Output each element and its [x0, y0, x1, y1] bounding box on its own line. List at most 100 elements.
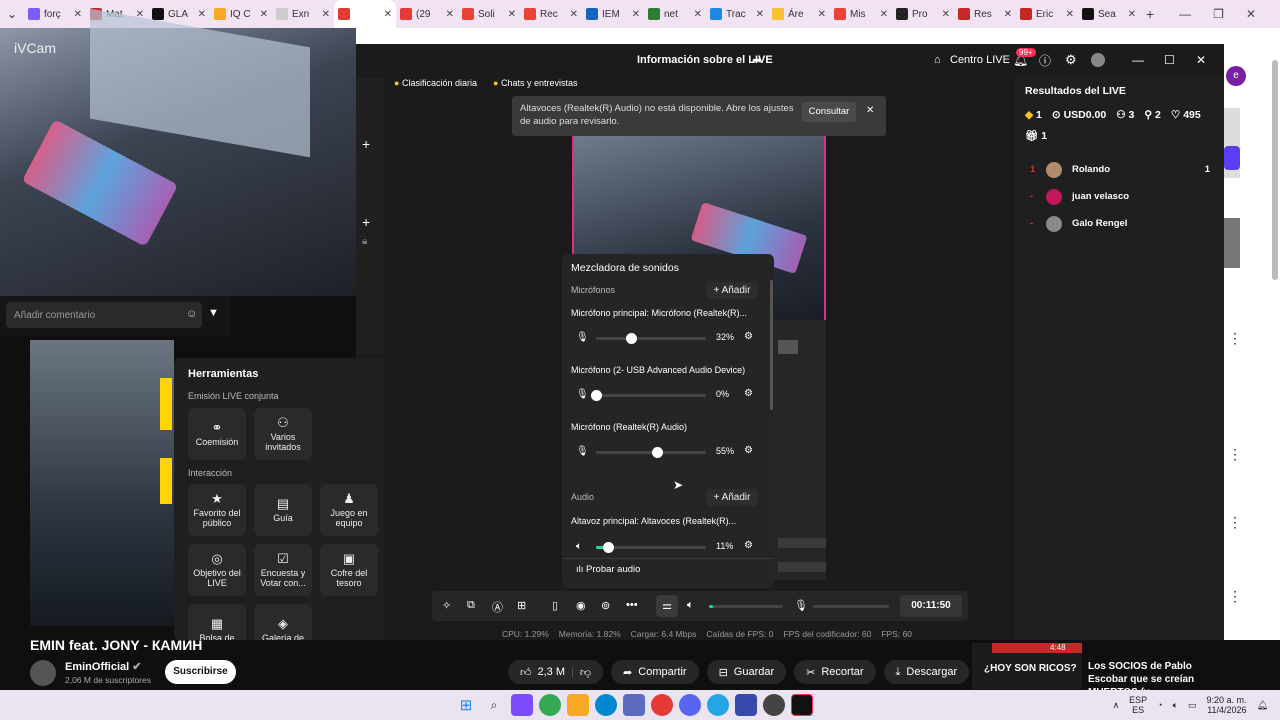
browser-tab[interactable]: IEM ✕	[582, 0, 644, 28]
discord-icon[interactable]	[679, 694, 701, 716]
ranking-row[interactable]: - Galo Rengel	[1030, 210, 1210, 237]
clock[interactable]: 9:20 a. m. 11/4/2026	[1207, 695, 1247, 715]
browser-tab[interactable]: forç ✕	[24, 0, 86, 28]
browser-tab[interactable]: Mis ✕	[830, 0, 892, 28]
magic-wand-icon[interactable]: ✧	[442, 599, 451, 612]
mixer-toggle-icon[interactable]: ⚌	[656, 595, 678, 617]
tab-close-icon[interactable]: ✕	[756, 9, 764, 20]
centro-live-link[interactable]: Centro LIVE	[950, 54, 1010, 66]
speaker-icon[interactable]: 🔈︎	[576, 541, 582, 552]
speaker-slider-knob[interactable]	[603, 542, 615, 553]
channel-slider-knob[interactable]	[591, 390, 602, 401]
ranking-row[interactable]: - juan velasco	[1030, 183, 1210, 210]
tab-close-icon[interactable]: ✕	[694, 9, 702, 20]
like-button[interactable]: 👍︎ 2,3 M | 👎︎	[508, 660, 604, 684]
browser-tab[interactable]: Eric ✕	[1016, 0, 1078, 28]
comment-input[interactable]: Añadir comentario	[14, 310, 95, 321]
channel-slider-knob[interactable]	[626, 333, 638, 344]
tab-chats[interactable]: ● Chats y entrevistas	[493, 78, 577, 88]
copilot-icon[interactable]	[511, 694, 533, 716]
download-button[interactable]: ⤓ Descargar	[883, 660, 970, 684]
youtube-video[interactable]	[30, 340, 174, 626]
tab-close-icon[interactable]: ✕	[570, 9, 578, 20]
tab-close-icon[interactable]: ✕	[508, 9, 516, 20]
close-window-icon[interactable]: ✕	[1246, 7, 1256, 21]
tab-search-icon[interactable]: ⌄	[3, 3, 21, 25]
browser-tab[interactable]: IQ C ✕	[210, 0, 272, 28]
test-audio-button[interactable]: ılı Probar audio	[576, 564, 640, 575]
windows-start-icon[interactable]: ⊞	[455, 694, 477, 716]
store-icon[interactable]	[623, 694, 645, 716]
tab-close-icon[interactable]: ✕	[818, 9, 826, 20]
channel-avatar[interactable]	[30, 660, 56, 686]
studio-close-icon[interactable]: ✕	[1196, 53, 1206, 67]
consultar-button[interactable]: Consultar	[802, 102, 856, 122]
phone-icon[interactable]: ▯	[552, 599, 558, 612]
share-arrow-icon[interactable]: ➦	[752, 53, 762, 67]
add-scene-icon[interactable]: +	[362, 136, 370, 152]
tool-target[interactable]: ◎ Objetivo del LIVE	[188, 544, 246, 596]
browser-tab[interactable]: net ✕	[644, 0, 706, 28]
speaker-settings-icon[interactable]: ⚙	[744, 540, 753, 551]
app-icon[interactable]	[763, 694, 785, 716]
add-audio-button[interactable]: + Añadir	[706, 489, 758, 506]
tray-chevron-icon[interactable]: ∧	[1113, 700, 1120, 711]
mic-icon[interactable]: 🎙︎	[576, 332, 589, 343]
tool-poll[interactable]: ☑ Encuesta y Votar con...	[254, 544, 312, 596]
record-icon[interactable]: ◉	[576, 599, 586, 612]
tool-chest[interactable]: ▣ Cofre del tesoro	[320, 544, 378, 596]
tab-close-icon[interactable]: ✕	[880, 9, 888, 20]
rec-thumbnail[interactable]: ¿HOY SON RICOS? 4:48	[972, 643, 1082, 689]
channel-slider[interactable]	[591, 390, 706, 401]
mic-slider[interactable]	[813, 605, 889, 608]
channel-settings-icon[interactable]: ⚙	[744, 331, 753, 342]
save-button[interactable]: ⊟ Guardar	[706, 660, 787, 684]
tool-team[interactable]: ♟ Juego en equipo	[320, 484, 378, 536]
filter-icon[interactable]: ▼	[208, 307, 219, 319]
layout-icon[interactable]: ⊞	[517, 599, 526, 612]
browser-tab[interactable]: ✕	[334, 0, 396, 28]
restore-icon[interactable]: ❐	[1213, 7, 1224, 21]
mixer-scrollbar[interactable]	[770, 280, 773, 410]
mic-icon[interactable]: 🎙︎	[794, 599, 808, 612]
browser-tab[interactable]: Sea ✕	[1078, 0, 1140, 28]
channel-settings-icon[interactable]: ⚙	[744, 445, 753, 456]
channel-slider[interactable]	[596, 447, 706, 458]
speaker-slider[interactable]	[596, 542, 706, 553]
ranking-row[interactable]: 1 Rolando 1	[1030, 156, 1210, 183]
browser-tab[interactable]: Soli ✕	[458, 0, 520, 28]
tool-book[interactable]: ▤ Guía	[254, 484, 312, 536]
browser-tab[interactable]: Trac ✕	[706, 0, 768, 28]
help-icon[interactable]: ⓘ	[1039, 52, 1051, 69]
camera-effect-icon[interactable]: ⊚	[601, 599, 610, 612]
mic-icon[interactable]: 🎙︎	[576, 446, 589, 457]
channel-name[interactable]: EminOfficial ✔	[65, 660, 141, 673]
tab-close-icon[interactable]: ✕	[322, 9, 330, 20]
tab-close-icon[interactable]: ✕	[384, 9, 392, 20]
edge-icon[interactable]	[595, 694, 617, 716]
ai-icon[interactable]: Ⓐ	[492, 599, 503, 615]
browser-tab[interactable]: Exn ✕	[272, 0, 334, 28]
subscribe-button[interactable]: Suscribirse	[165, 660, 236, 684]
channel-settings-icon[interactable]: ⚙	[744, 388, 753, 399]
battery-icon[interactable]: ▭	[1188, 700, 1197, 711]
browser-tab[interactable]: Res ✕	[954, 0, 1016, 28]
tool-star-person[interactable]: ★ Favorito del público	[188, 484, 246, 536]
notification-tray-icon[interactable]: 🔔︎	[1257, 700, 1268, 711]
channel-slider-knob[interactable]	[651, 447, 663, 458]
channel-slider[interactable]	[596, 333, 706, 344]
studio-maximize-icon[interactable]: ☐	[1164, 53, 1175, 67]
browser-tab[interactable]: (29 ✕	[396, 0, 458, 28]
minimize-icon[interactable]: —	[1179, 7, 1191, 21]
emoji-icon[interactable]: ☺	[186, 308, 197, 320]
speaker-tray-icon[interactable]: 🔈︎	[1173, 700, 1178, 711]
tab-close-icon[interactable]: ✕	[74, 9, 82, 20]
alert-close-icon[interactable]: ✕	[866, 105, 874, 116]
browser-tab[interactable]: Pro ✕	[892, 0, 954, 28]
tab-close-icon[interactable]: ✕	[260, 9, 268, 20]
wifi-icon[interactable]: ◔	[1157, 700, 1162, 710]
language-indicator[interactable]: ESP ES	[1129, 695, 1147, 715]
add-mic-button[interactable]: + Añadir	[706, 282, 758, 299]
tool-group[interactable]: ⚇ Varios invitados	[254, 408, 312, 460]
volume-slider[interactable]	[709, 605, 783, 608]
